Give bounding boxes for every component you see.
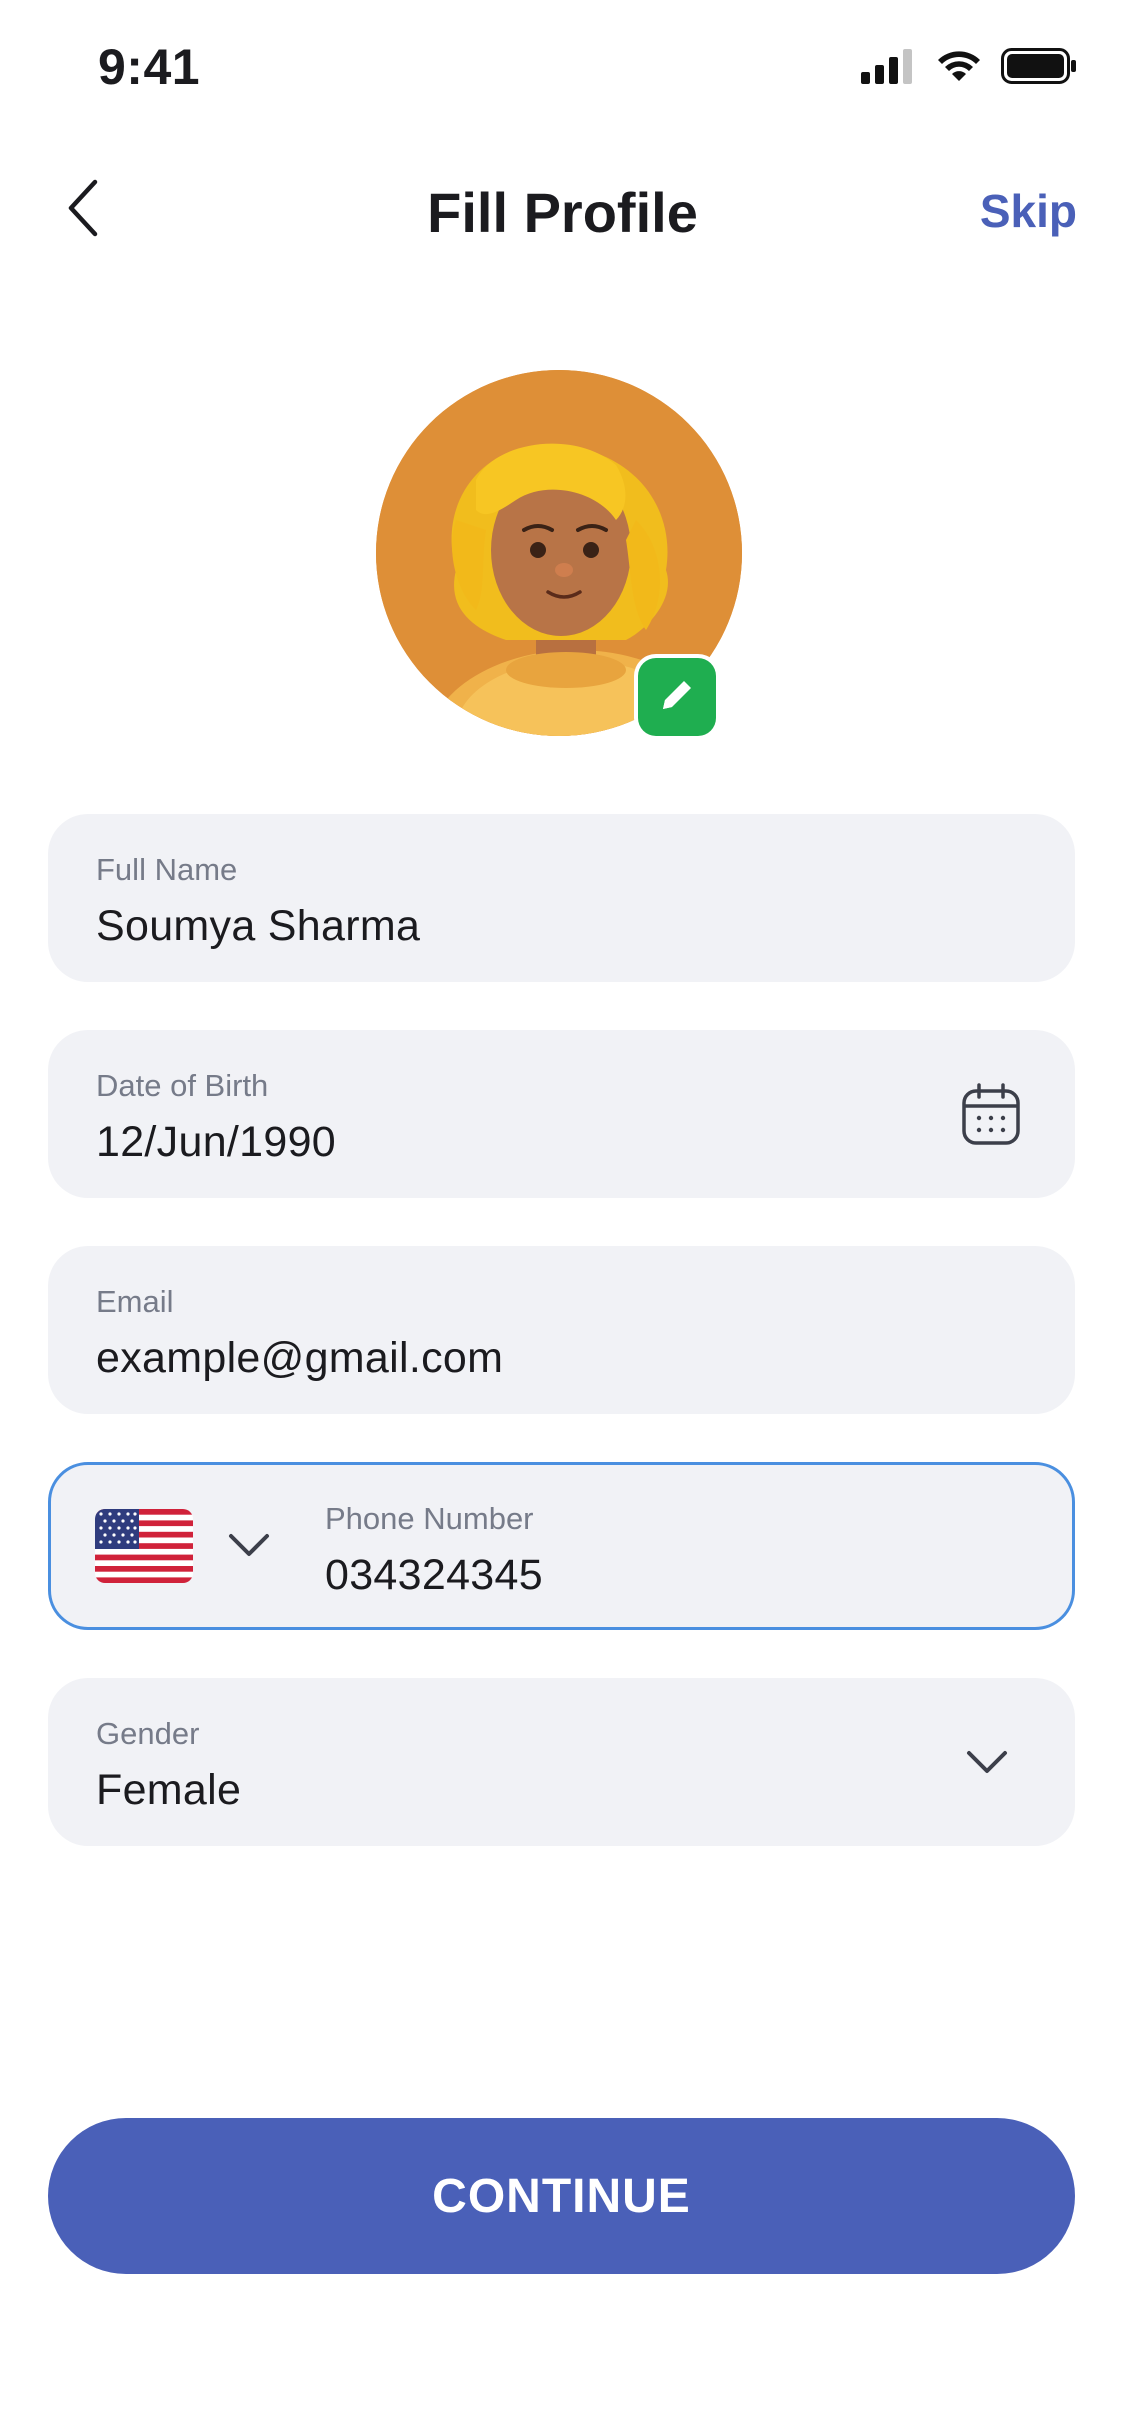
full-name-input[interactable]: Soumya Sharma <box>96 902 420 951</box>
calendar-icon[interactable] <box>959 1082 1023 1146</box>
date-of-birth-field[interactable]: Date of Birth 12/Jun/1990 <box>48 1030 1075 1198</box>
battery-icon <box>1001 48 1077 89</box>
wifi-icon <box>935 48 983 89</box>
skip-link[interactable]: Skip <box>980 184 1077 238</box>
email-label: Email <box>96 1284 174 1319</box>
phone-number-input[interactable]: 034324345 <box>325 1551 543 1600</box>
chevron-down-icon[interactable] <box>955 1730 1019 1794</box>
avatar-section <box>376 370 746 740</box>
continue-button[interactable]: CONTINUE <box>48 2118 1075 2274</box>
email-input[interactable]: example@gmail.com <box>96 1334 503 1383</box>
page-title: Fill Profile <box>427 181 698 244</box>
chevron-down-icon <box>227 1531 271 1564</box>
status-bar: 9:41 <box>0 0 1125 132</box>
phone-number-label: Phone Number <box>325 1501 534 1536</box>
gender-field[interactable]: Gender Female <box>48 1678 1075 1846</box>
full-name-label: Full Name <box>96 852 238 887</box>
us-flag-icon[interactable] <box>95 1509 193 1583</box>
date-of-birth-input[interactable]: 12/Jun/1990 <box>96 1118 336 1167</box>
full-name-field[interactable]: Full Name Soumya Sharma <box>48 814 1075 982</box>
header: Fill Profile Skip <box>0 150 1125 270</box>
signal-icon <box>861 48 917 89</box>
gender-label: Gender <box>96 1716 200 1751</box>
status-icons <box>861 48 1077 89</box>
status-time: 9:41 <box>98 39 201 95</box>
pencil-icon <box>655 673 699 722</box>
phone-number-field[interactable]: Phone Number 034324345 <box>48 1462 1075 1630</box>
date-of-birth-label: Date of Birth <box>96 1068 269 1103</box>
gender-select[interactable]: Female <box>96 1766 241 1815</box>
email-field[interactable]: Email example@gmail.com <box>48 1246 1075 1414</box>
country-dropdown-button[interactable] <box>219 1517 279 1577</box>
edit-avatar-button[interactable] <box>638 658 716 736</box>
